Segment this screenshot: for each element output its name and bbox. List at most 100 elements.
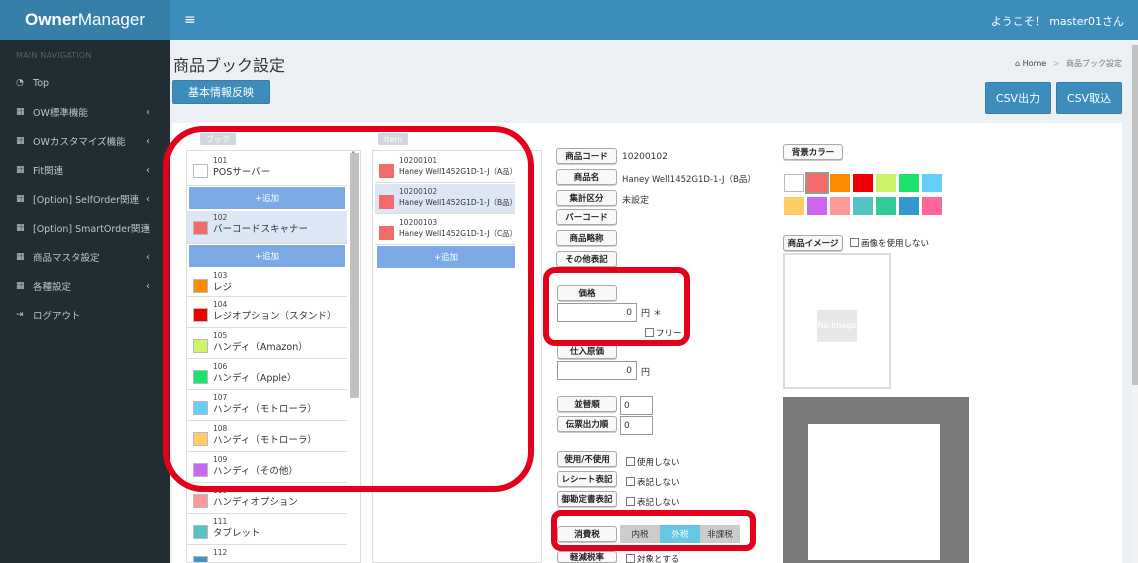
- tax-label: 消費税: [557, 526, 617, 542]
- no-image-cb-label: 画像を使用しない: [861, 239, 930, 249]
- not-use-label: 使用しない: [637, 458, 680, 468]
- invoice-label: 御勘定書表記: [557, 491, 617, 507]
- short-name-button[interactable]: 商品略称: [556, 230, 617, 246]
- item-name: Haney Well1452G1D-1-J（C品）: [399, 229, 518, 238]
- tax-option-2[interactable]: 非課税: [700, 525, 740, 543]
- book-list-item[interactable]: 103 レジ: [187, 269, 347, 297]
- book-list-item[interactable]: 104 レジオプション（スタンド）: [187, 298, 347, 328]
- sidebar-item-6[interactable]: ▦ 商品マスタ設定 ‹: [0, 244, 170, 270]
- color-swatch-option[interactable]: [784, 174, 804, 192]
- sidebar-item-8[interactable]: ⇥ ログアウト: [0, 302, 170, 328]
- color-swatch-option[interactable]: [807, 197, 827, 215]
- csv-export-button[interactable]: CSV出力: [985, 82, 1051, 114]
- add-book-button[interactable]: +追加: [189, 187, 345, 209]
- reduced-tax-checkbox[interactable]: [626, 554, 635, 563]
- color-swatch-option[interactable]: [876, 197, 896, 215]
- color-swatch-option[interactable]: [899, 197, 919, 215]
- color-swatch-option[interactable]: [830, 197, 850, 215]
- book-list-item[interactable]: 110 ハンディオプション: [187, 484, 347, 514]
- product-image-label: 商品イメージ: [783, 235, 843, 251]
- grid-icon: ▦: [16, 136, 25, 146]
- receipt-hide-label: 表記しない: [637, 478, 680, 488]
- breadcrumb-home[interactable]: Home: [1023, 59, 1047, 68]
- color-swatch-option[interactable]: [784, 197, 804, 215]
- no-image-placeholder: No Image: [817, 310, 857, 342]
- book-list-item[interactable]: 109 ハンディ（その他）: [187, 453, 347, 483]
- cost-input[interactable]: 0: [557, 361, 637, 380]
- color-swatch-option[interactable]: [805, 172, 829, 194]
- receipt-hide-checkbox[interactable]: [626, 477, 635, 486]
- sidebar-item-label: 各種設定: [33, 282, 72, 293]
- book-list-item[interactable]: 107 ハンディ（モトローラ）: [187, 391, 347, 421]
- app-logo[interactable]: Owner Manager: [0, 0, 170, 40]
- book-list[interactable]: ▲ 101POSサーバー+追加102バーコードスキャナー+追加103レジ104レ…: [186, 150, 361, 563]
- receipt-label: レシート表記: [557, 471, 617, 487]
- book-list-item[interactable]: 106 ハンディ（Apple）: [187, 360, 347, 390]
- slip-order-input[interactable]: 0: [620, 416, 653, 435]
- color-swatch-option[interactable]: [830, 174, 850, 192]
- price-label: 価格: [557, 285, 617, 301]
- sidebar-item-label: 商品マスタ設定: [33, 253, 100, 264]
- sidebar-item-2[interactable]: ▦ OWカスタマイズ機能 ‹: [0, 128, 170, 154]
- color-swatch-option[interactable]: [922, 174, 942, 192]
- barcode-button[interactable]: バーコード: [556, 209, 617, 225]
- sidebar-item-0[interactable]: ◔ Top: [0, 70, 170, 96]
- book-list-item[interactable]: 101 POSサーバー: [187, 154, 347, 186]
- book-code: 112: [213, 548, 228, 557]
- free-price-label: フリー: [656, 329, 682, 339]
- item-code: 10200101: [399, 156, 438, 165]
- color-swatch-option[interactable]: [876, 174, 896, 192]
- book-list-item[interactable]: 111 タブレット: [187, 515, 347, 545]
- tax-option-0[interactable]: 内税: [620, 525, 660, 543]
- price-input[interactable]: 0: [557, 303, 637, 322]
- sort-order-input[interactable]: 0: [620, 396, 653, 415]
- item-list-item[interactable]: 10200101 Haney Well1452G1D-1-J（A品）: [375, 153, 518, 183]
- color-swatch-option[interactable]: [853, 197, 873, 215]
- sidebar-item-label: [Option] SelfOrder関連: [33, 195, 139, 206]
- sidebar-item-1[interactable]: ▦ OW標準機能 ‹: [0, 99, 170, 125]
- sidebar-item-3[interactable]: ▦ Fit関連 ‹: [0, 157, 170, 183]
- book-color-swatch: [193, 432, 208, 446]
- sidebar: MAIN NAVIGATION ◔ Top ▦ OW標準機能 ‹ ▦ OWカスタマイズ機能 ‹…: [0, 40, 170, 563]
- item-name: Haney Well1452G1D-1-J（A品）: [399, 167, 518, 176]
- free-price-checkbox[interactable]: [645, 328, 654, 337]
- color-swatch-option[interactable]: [922, 197, 942, 215]
- book-list-item[interactable]: 105 ハンディ（Amazon）: [187, 329, 347, 359]
- not-use-checkbox[interactable]: [626, 457, 635, 466]
- chevron-left-icon: ‹: [146, 280, 150, 292]
- book-list-item[interactable]: 102 バーコードスキャナー: [187, 211, 347, 244]
- other-notation-button[interactable]: その他表記: [556, 251, 617, 267]
- user-welcome[interactable]: ようこそ！ master01さん: [991, 13, 1124, 29]
- book-list-item[interactable]: 108 ハンディ（モトローラ）: [187, 422, 347, 452]
- item-list-item[interactable]: 10200103 Haney Well1452G1D-1-J（C品）: [375, 215, 518, 245]
- reflect-basic-info-button[interactable]: 基本情報反映: [172, 80, 270, 104]
- item-code: 10200103: [399, 218, 438, 227]
- tax-option-1[interactable]: 外税: [660, 525, 700, 543]
- sidebar-item-label: [Option] SmartOrder関連: [33, 224, 150, 235]
- sidebar-item-label: Fit関連: [33, 166, 64, 177]
- item-list-item[interactable]: 10200102 Haney Well1452G1D-1-J（B品）: [375, 184, 517, 214]
- price-unit: 円 ＊: [641, 309, 662, 319]
- chevron-left-icon: ‹: [146, 222, 150, 234]
- sidebar-item-7[interactable]: ▦ 各種設定 ‹: [0, 273, 170, 299]
- book-list-item[interactable]: 112: [187, 546, 347, 562]
- add-book-button[interactable]: +追加: [189, 245, 345, 267]
- category-label: 集計区分: [556, 190, 617, 206]
- color-swatch-option[interactable]: [853, 174, 873, 192]
- invoice-hide-checkbox[interactable]: [626, 497, 635, 506]
- no-image-checkbox[interactable]: [850, 238, 859, 247]
- color-swatch-option[interactable]: [899, 174, 919, 192]
- sidebar-item-5[interactable]: ▦ [Option] SmartOrder関連 ‹: [0, 215, 170, 241]
- grid-icon: ▦: [16, 107, 25, 117]
- book-list-scrollbar[interactable]: [350, 153, 359, 398]
- csv-import-button[interactable]: CSV取込: [1056, 82, 1122, 114]
- menu-toggle-icon[interactable]: ≡: [184, 12, 196, 28]
- add-item-button[interactable]: +追加: [377, 246, 515, 268]
- image-upload-area[interactable]: No Image: [783, 253, 891, 389]
- item-list[interactable]: 10200101 Haney Well1452G1D-1-J（A品） 1020010…: [372, 150, 542, 563]
- sidebar-item-4[interactable]: ▦ [Option] SelfOrder関連 ‹: [0, 186, 170, 212]
- page-scrollbar-thumb[interactable]: [1132, 45, 1138, 385]
- book-name: タブレット: [213, 528, 261, 539]
- product-code-label: 商品コード: [556, 148, 617, 164]
- invoice-hide-label: 表記しない: [637, 498, 680, 508]
